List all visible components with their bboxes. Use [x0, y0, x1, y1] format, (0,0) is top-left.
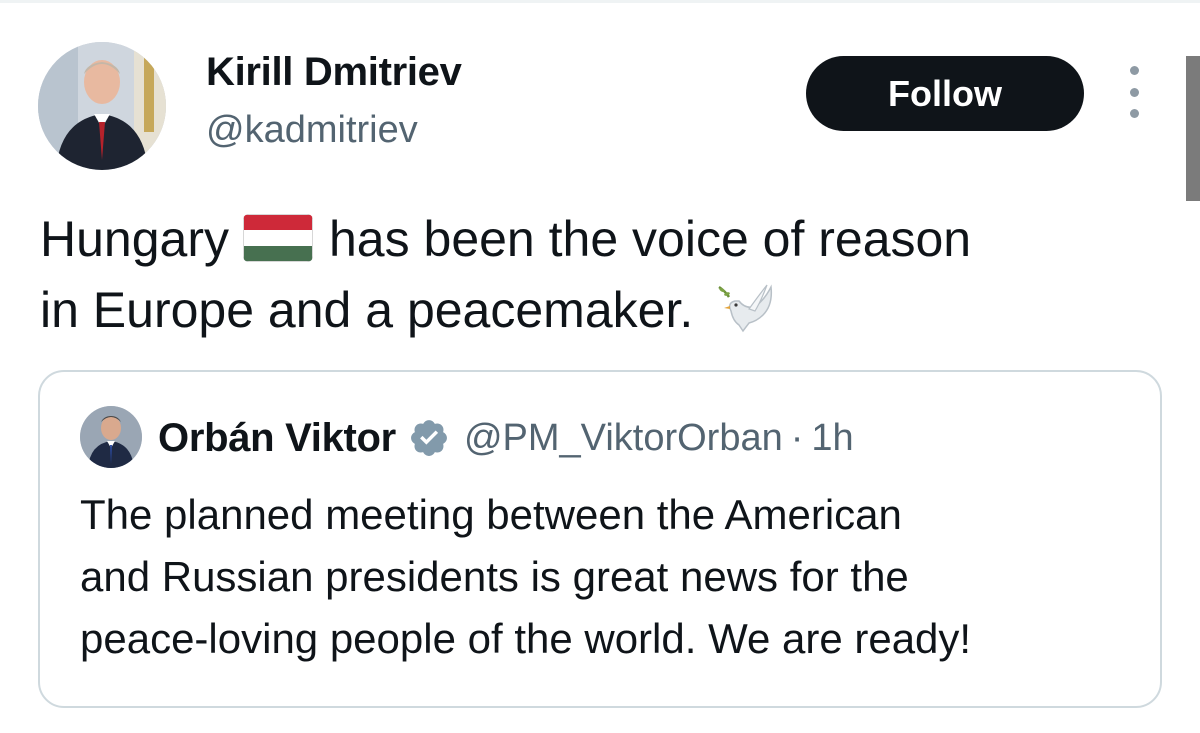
quoted-tweet-card[interactable]: Orbán Viktor @PM_ViktorOrban · 1h The pl… [38, 370, 1162, 708]
quoted-author-handle[interactable]: @PM_ViktorOrban [464, 417, 783, 460]
quoted-text-line: peace-loving people of the world. We are… [80, 615, 972, 662]
quoted-tweet-header: Orbán Viktor @PM_ViktorOrban · 1h [158, 410, 854, 466]
tweet-text-part: Hungary [40, 211, 229, 267]
author-avatar-image [38, 42, 166, 170]
quoted-tweet-text: The planned meeting between the American… [80, 484, 1140, 670]
author-handle[interactable]: @kadmitriev [206, 109, 418, 152]
follow-button[interactable]: Follow [806, 56, 1084, 131]
tweet-text: Hungary has been the voice of reason in E… [40, 204, 1150, 346]
quoted-text-line: and Russian presidents is great news for… [80, 553, 909, 600]
more-dot [1129, 109, 1139, 118]
quoted-author-avatar[interactable] [80, 406, 142, 468]
more-dot [1129, 87, 1139, 97]
quoted-text-line: The planned meeting between the American [80, 491, 902, 538]
tweet-text-line-1: Hungary has been the voice of reason [40, 204, 1150, 275]
tweet-text-line-2: in Europe and a peacemaker. [40, 275, 1150, 346]
scrollbar-thumb[interactable] [1186, 56, 1200, 201]
author-avatar[interactable] [38, 42, 166, 170]
quoted-author-avatar-image [80, 406, 142, 468]
tweet-screen: Kirill Dmitriev @kadmitriev Follow Hunga… [0, 0, 1200, 733]
tweet-text-part: in Europe and a peacemaker. [40, 282, 694, 338]
quoted-tweet-timestamp[interactable]: 1h [811, 417, 853, 460]
more-options-icon[interactable] [1118, 66, 1150, 118]
verified-badge-icon [408, 417, 450, 459]
dove-icon [709, 281, 777, 337]
top-divider [0, 0, 1200, 3]
header-separator: · [790, 416, 804, 459]
quoted-author-name[interactable]: Orbán Viktor [158, 416, 396, 461]
author-name[interactable]: Kirill Dmitriev [206, 50, 462, 95]
tweet-text-part: has been the voice of reason [329, 211, 972, 267]
more-dot [1129, 66, 1139, 75]
hungary-flag-icon [243, 214, 313, 262]
